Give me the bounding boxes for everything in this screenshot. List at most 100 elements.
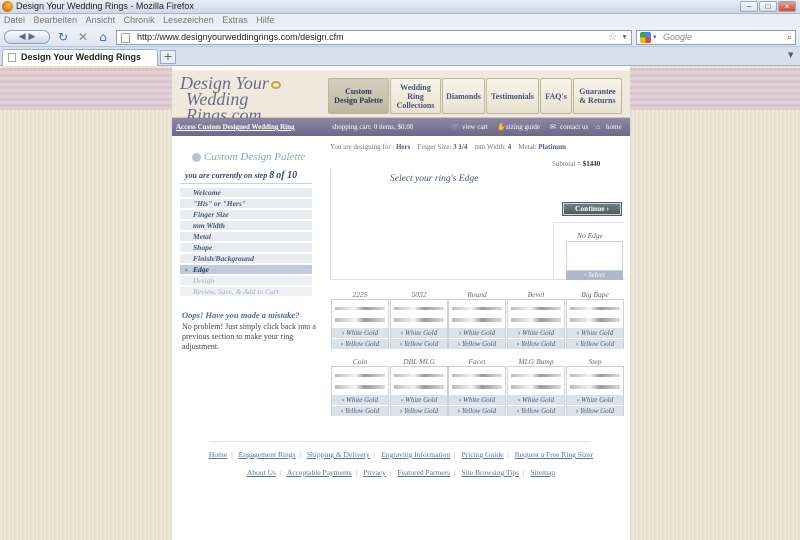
- nav-label: FAQ's: [545, 91, 567, 101]
- view-cart-link[interactable]: view cart: [462, 118, 488, 136]
- maximize-button[interactable]: □: [759, 1, 777, 12]
- tab-design-your-wedding-rings[interactable]: Design Your Wedding Rings: [2, 49, 158, 66]
- nav-testimonials[interactable]: Testimonials: [486, 78, 539, 114]
- ring-edge-image: [335, 371, 385, 393]
- footer-link-about-us[interactable]: About Us: [247, 468, 276, 477]
- minimize-button[interactable]: –: [740, 1, 758, 12]
- designing-for-value: Hers: [395, 143, 411, 151]
- no-edge-swatch: [566, 241, 623, 271]
- nav-wedding-ring-collections[interactable]: Wedding Ring Collections: [390, 78, 441, 114]
- url-text: http://www.designyourweddingrings.com/de…: [137, 32, 344, 42]
- continue-button[interactable]: Continue ›: [562, 202, 622, 216]
- yellow-gold-option[interactable]: Yellow Gold: [332, 338, 388, 349]
- url-bar[interactable]: http://www.designyourweddingrings.com/de…: [116, 30, 632, 45]
- footer-link-free-ring-sizer[interactable]: Request a Free Ring Sizer: [515, 450, 593, 459]
- yellow-gold-option[interactable]: Yellow Gold: [567, 405, 623, 416]
- back-forward-button[interactable]: ◀ ▶: [4, 30, 50, 44]
- stop-icon[interactable]: ✕: [76, 30, 90, 44]
- nav-guarantee-returns[interactable]: Guarantee & Returns: [573, 78, 622, 114]
- oops-body: No problem! Just simply click back into …: [182, 322, 316, 351]
- footer-link-acceptable-payments[interactable]: Acceptable Payments: [287, 468, 352, 477]
- edge-label-step: Step: [588, 357, 602, 366]
- access-custom-ring-link[interactable]: Access Custom Designed Wedding Ring: [176, 118, 295, 136]
- yellow-gold-option[interactable]: Yellow Gold: [508, 338, 564, 349]
- yellow-gold-option[interactable]: Yellow Gold: [332, 405, 388, 416]
- step-metal[interactable]: Metal: [180, 232, 312, 242]
- menu-datei[interactable]: Datei: [4, 15, 25, 25]
- ring-edge-image: [570, 371, 620, 393]
- step-finger-size[interactable]: Finger Size: [180, 210, 312, 220]
- yellow-gold-option[interactable]: Yellow Gold: [449, 338, 505, 349]
- site-logo[interactable]: Design Your Wedding Rings.com: [180, 74, 320, 124]
- yellow-gold-option[interactable]: Yellow Gold: [391, 338, 447, 349]
- footer-link-engagement-rings[interactable]: Engagement Rings: [239, 450, 296, 459]
- white-gold-option[interactable]: White Gold: [449, 394, 505, 405]
- oops-title: Oops! Have you made a mistake?: [182, 310, 300, 320]
- footer-link-sitemap[interactable]: Sitemap: [530, 468, 555, 477]
- edge-card-dbl-mlg: White GoldYellow Gold: [390, 366, 448, 416]
- reload-icon[interactable]: ↻: [56, 30, 70, 44]
- url-dropdown-icon[interactable]: ▼: [621, 31, 628, 44]
- google-icon: [640, 32, 651, 43]
- footer-link-pricing-guide[interactable]: Pricing Guide: [462, 450, 504, 459]
- menu-extras[interactable]: Extras: [222, 15, 248, 25]
- sizing-guide-link[interactable]: sizing guide: [506, 118, 540, 136]
- step-his-or-hers[interactable]: "His" or "Hers": [180, 199, 312, 209]
- yellow-gold-option[interactable]: Yellow Gold: [391, 405, 447, 416]
- sidebar-title-text: Custom Design Palette: [204, 151, 306, 163]
- firefox-logo-icon: [2, 1, 13, 12]
- menu-bearbeiten[interactable]: Bearbeiten: [34, 15, 78, 25]
- menu-chronik[interactable]: Chronik: [124, 15, 155, 25]
- footer-link-shipping-delivery[interactable]: Shipping & Delivery: [307, 450, 370, 459]
- no-edge-select-button[interactable]: › Select: [566, 271, 623, 280]
- step-mm-width[interactable]: mm Width: [180, 221, 312, 231]
- bookmark-star-icon[interactable]: ☆: [608, 31, 617, 44]
- footer-link-home[interactable]: Home: [209, 450, 227, 459]
- white-gold-option[interactable]: White Gold: [508, 394, 564, 405]
- nav-faqs[interactable]: FAQ's: [540, 78, 572, 114]
- menu-ansicht[interactable]: Ansicht: [86, 15, 116, 25]
- edge-card-round: White GoldYellow Gold: [448, 299, 506, 349]
- white-gold-option[interactable]: White Gold: [449, 327, 505, 338]
- contact-us-link[interactable]: contact us: [560, 118, 588, 136]
- close-window-button[interactable]: ×: [778, 1, 796, 12]
- white-gold-option[interactable]: White Gold: [332, 394, 388, 405]
- site-subbar: Access Custom Designed Wedding Ring shop…: [172, 118, 630, 136]
- yellow-gold-option[interactable]: Yellow Gold: [567, 338, 623, 349]
- step-shape[interactable]: Shape: [180, 243, 312, 253]
- nav-label: Design Palette: [334, 96, 383, 105]
- home-icon[interactable]: ⌂: [96, 30, 110, 44]
- designing-for-label: You are designing for :: [330, 143, 395, 151]
- search-icon[interactable]: ⌕: [787, 31, 792, 44]
- yellow-gold-option[interactable]: Yellow Gold: [508, 405, 564, 416]
- white-gold-option[interactable]: White Gold: [508, 327, 564, 338]
- home-link[interactable]: home: [606, 118, 622, 136]
- step-finish-background[interactable]: Finish/Background: [180, 254, 312, 264]
- tab-list-icon[interactable]: ▼: [788, 51, 793, 59]
- step-total: of 10: [276, 170, 298, 181]
- white-gold-option[interactable]: White Gold: [332, 327, 388, 338]
- white-gold-option[interactable]: White Gold: [567, 327, 623, 338]
- subtotal-label: Subtotal =: [552, 160, 582, 168]
- nav-diamonds[interactable]: Diamonds: [442, 78, 485, 114]
- menu-hilfe[interactable]: Hilfe: [256, 15, 274, 25]
- footer-link-featured-partners[interactable]: Featured Partners: [397, 468, 450, 477]
- edge-label-facet: Facet: [468, 357, 486, 366]
- white-gold-option[interactable]: White Gold: [391, 394, 447, 405]
- ring-edge-image: [394, 371, 444, 393]
- envelope-icon: ✉: [550, 123, 556, 131]
- footer-link-engraving-information[interactable]: Engraving Information: [381, 450, 450, 459]
- search-bar[interactable]: ▾ Google ⌕: [636, 30, 796, 45]
- menu-lesezeichen[interactable]: Lesezeichen: [163, 15, 214, 25]
- white-gold-option[interactable]: White Gold: [567, 394, 623, 405]
- new-tab-button[interactable]: +: [160, 50, 176, 64]
- yellow-gold-option[interactable]: Yellow Gold: [449, 405, 505, 416]
- footer-link-privacy[interactable]: Privacy: [363, 468, 386, 477]
- nav-custom-design-palette[interactable]: Custom Design Palette: [328, 78, 389, 114]
- bullet-icon: [192, 152, 201, 162]
- footer-link-site-browsing-tips[interactable]: Site Browsing Tips: [462, 468, 520, 477]
- search-engine-dropdown-icon[interactable]: ▾: [653, 31, 657, 44]
- step-welcome[interactable]: Welcome: [180, 188, 312, 198]
- step-edge[interactable]: Edge: [180, 265, 312, 275]
- white-gold-option[interactable]: White Gold: [391, 327, 447, 338]
